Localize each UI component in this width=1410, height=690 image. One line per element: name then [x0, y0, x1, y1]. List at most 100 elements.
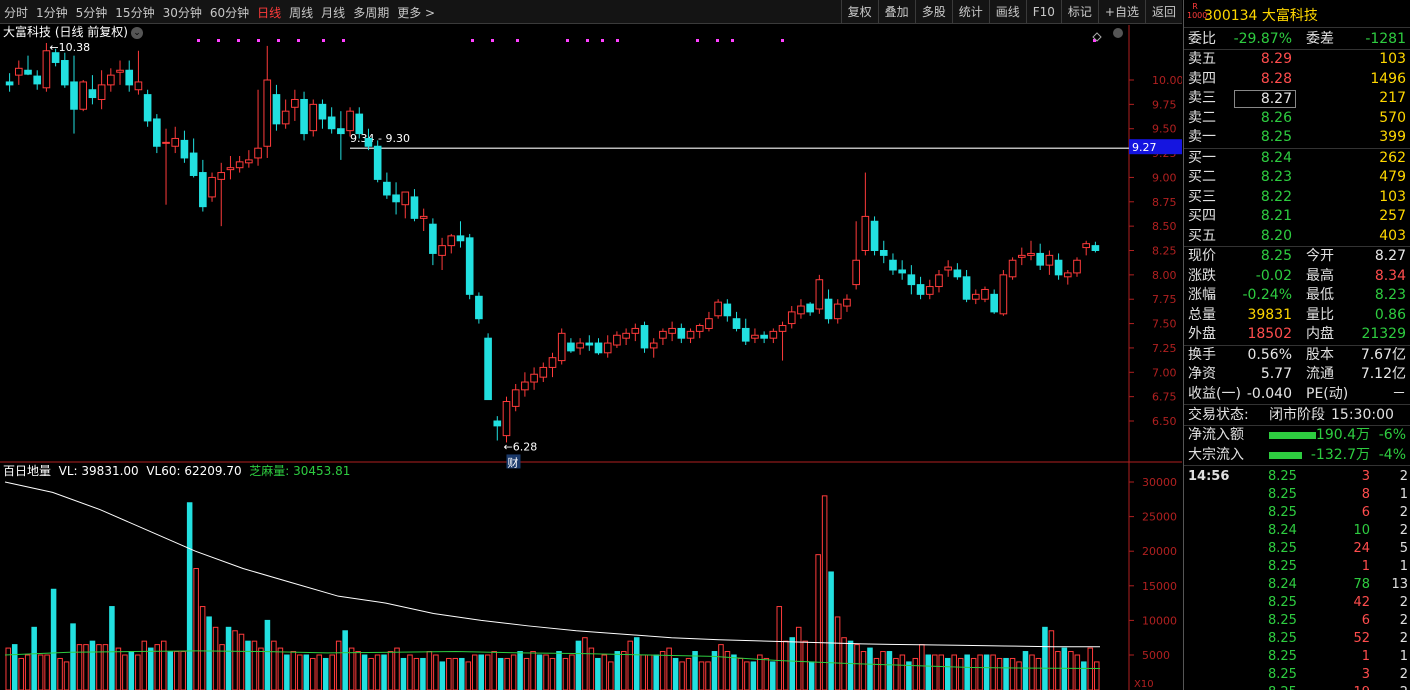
- volume-bar: [465, 661, 472, 690]
- book-row[interactable]: 买五 8.20 403: [1184, 227, 1410, 247]
- book-volume: 103: [1379, 51, 1406, 67]
- event-dot-marker: [696, 39, 699, 42]
- book-row[interactable]: 卖三 8.27 217: [1184, 89, 1410, 109]
- candle: [631, 323, 640, 342]
- price-tick-label: 8.25: [1152, 245, 1177, 258]
- candle: [235, 155, 244, 173]
- book-volume: 257: [1379, 208, 1406, 224]
- tick-row: 8.25 3 2: [1184, 666, 1410, 684]
- tool-button[interactable]: 返回: [1144, 0, 1182, 24]
- event-dot-marker: [601, 39, 604, 42]
- period-tab[interactable]: 日线: [253, 4, 285, 21]
- period-tab[interactable]: 月线: [317, 4, 349, 21]
- candle: [879, 240, 888, 264]
- period-tab[interactable]: 5分钟: [72, 4, 112, 21]
- volume-bar: [63, 661, 70, 690]
- volume-bar: [44, 654, 50, 690]
- book-row[interactable]: 买三 8.22 103: [1184, 188, 1410, 208]
- volume-bar: [627, 640, 634, 690]
- volume-bar: [37, 654, 44, 690]
- fund-label: PE(动): [1306, 385, 1349, 402]
- period-tab[interactable]: 分时: [0, 4, 32, 21]
- fund-value: -0.040: [1246, 385, 1292, 402]
- candle: [383, 172, 391, 199]
- volume-bar: [821, 495, 828, 690]
- volume-bar: [180, 651, 186, 690]
- period-tab[interactable]: 周线: [285, 4, 317, 21]
- tick-count: 2: [1399, 631, 1408, 646]
- tool-button[interactable]: F10: [1025, 0, 1061, 24]
- tool-button[interactable]: 标记: [1060, 0, 1098, 24]
- volume-bar: [83, 644, 89, 690]
- tick-list[interactable]: 14:56 8.25 3 2 8.25 8 1 8.25 6 2 8.24 10 2 8.25 24 5 8.2…: [1184, 466, 1410, 690]
- volume-bar: [361, 654, 368, 690]
- period-tab[interactable]: 60分钟: [206, 4, 253, 21]
- stat-value: 21329: [1361, 326, 1406, 342]
- volume-bar: [886, 651, 893, 690]
- volume-bar: [679, 661, 685, 690]
- volume-bar: [595, 657, 601, 690]
- tick-row: 8.25 8 1: [1184, 486, 1410, 504]
- tool-button[interactable]: 画线: [988, 0, 1026, 24]
- candle: [410, 189, 419, 222]
- book-row[interactable]: 买二 8.23 479: [1184, 168, 1410, 188]
- event-dot-marker: [297, 39, 300, 42]
- candle: [401, 191, 410, 219]
- status-value: 闭市阶段: [1269, 407, 1325, 423]
- book-label: 买五: [1188, 227, 1216, 244]
- period-tab[interactable]: 1分钟: [32, 4, 72, 21]
- period-tab[interactable]: 30分钟: [159, 4, 206, 21]
- event-dot-marker: [237, 39, 240, 42]
- volume-bar: [232, 630, 238, 690]
- volume-bar: [348, 647, 355, 690]
- volume-bar: [964, 654, 970, 690]
- event-dot-marker: [257, 39, 260, 42]
- book-row[interactable]: 买一 8.24 262: [1184, 149, 1410, 169]
- volume-bar: [685, 657, 692, 690]
- candle: [24, 55, 32, 76]
- tick-row: 8.25 42 2: [1184, 594, 1410, 612]
- tool-button[interactable]: 叠加: [877, 0, 915, 24]
- fundamentals: 换手 0.56% 股本 7.67亿 净资 5.77 流通 7.12亿 收益(一) -0.040 PE…: [1184, 346, 1410, 405]
- period-tab[interactable]: 多周期: [349, 4, 393, 21]
- book-row[interactable]: 买四 8.21 257: [1184, 207, 1410, 227]
- volume-bar: [128, 651, 135, 690]
- volume-bar: [893, 657, 899, 690]
- price-tick-label: 7.25: [1152, 342, 1177, 355]
- volume-bar: [1022, 651, 1029, 690]
- candlestick-chart[interactable]: 10.009.759.509.259.008.758.508.258.007.7…: [0, 25, 1182, 690]
- book-row[interactable]: 卖一 8.25 399: [1184, 128, 1410, 148]
- volume-bar: [795, 626, 802, 690]
- candle: [594, 338, 603, 355]
- tool-button[interactable]: 统计: [951, 0, 989, 24]
- candle: [668, 321, 676, 342]
- volume-bar: [808, 661, 815, 690]
- chevron-down-icon[interactable]: ⌄: [131, 26, 143, 39]
- volume-bar: [122, 654, 128, 690]
- period-tab[interactable]: 15分钟: [111, 4, 158, 21]
- flow-value: -190.4万: [1310, 427, 1370, 443]
- volume-bar: [523, 657, 530, 690]
- price-tick-label: 8.00: [1152, 269, 1177, 282]
- book-row[interactable]: 卖二 8.26 570: [1184, 109, 1410, 129]
- candle: [953, 263, 962, 280]
- fund-value: 0.56%: [1247, 346, 1292, 363]
- stat-value: -0.24%: [1242, 287, 1292, 303]
- tool-button[interactable]: +自选: [1097, 0, 1145, 24]
- fund-row: 净资 5.77 流通 7.12亿: [1184, 365, 1410, 385]
- volume-bar: [867, 647, 873, 690]
- stock-code-name[interactable]: 300134 大富科技: [1204, 5, 1318, 25]
- book-row[interactable]: 卖五 8.29 103: [1184, 50, 1410, 70]
- volume-bar: [1016, 661, 1022, 690]
- candle: [797, 299, 805, 319]
- tick-volume: 6: [1361, 505, 1370, 520]
- volume-bar: [1055, 651, 1061, 690]
- tool-button[interactable]: 多股: [914, 0, 952, 24]
- period-tab[interactable]: 更多 >: [393, 4, 439, 21]
- tool-button[interactable]: 复权: [840, 0, 878, 24]
- volume-unit-label: X10: [1134, 679, 1154, 690]
- book-row[interactable]: 卖四 8.28 1496: [1184, 70, 1410, 90]
- event-dot-marker: [342, 39, 345, 42]
- volume-bar: [621, 651, 627, 690]
- indicator-name[interactable]: 百日地量: [3, 464, 51, 478]
